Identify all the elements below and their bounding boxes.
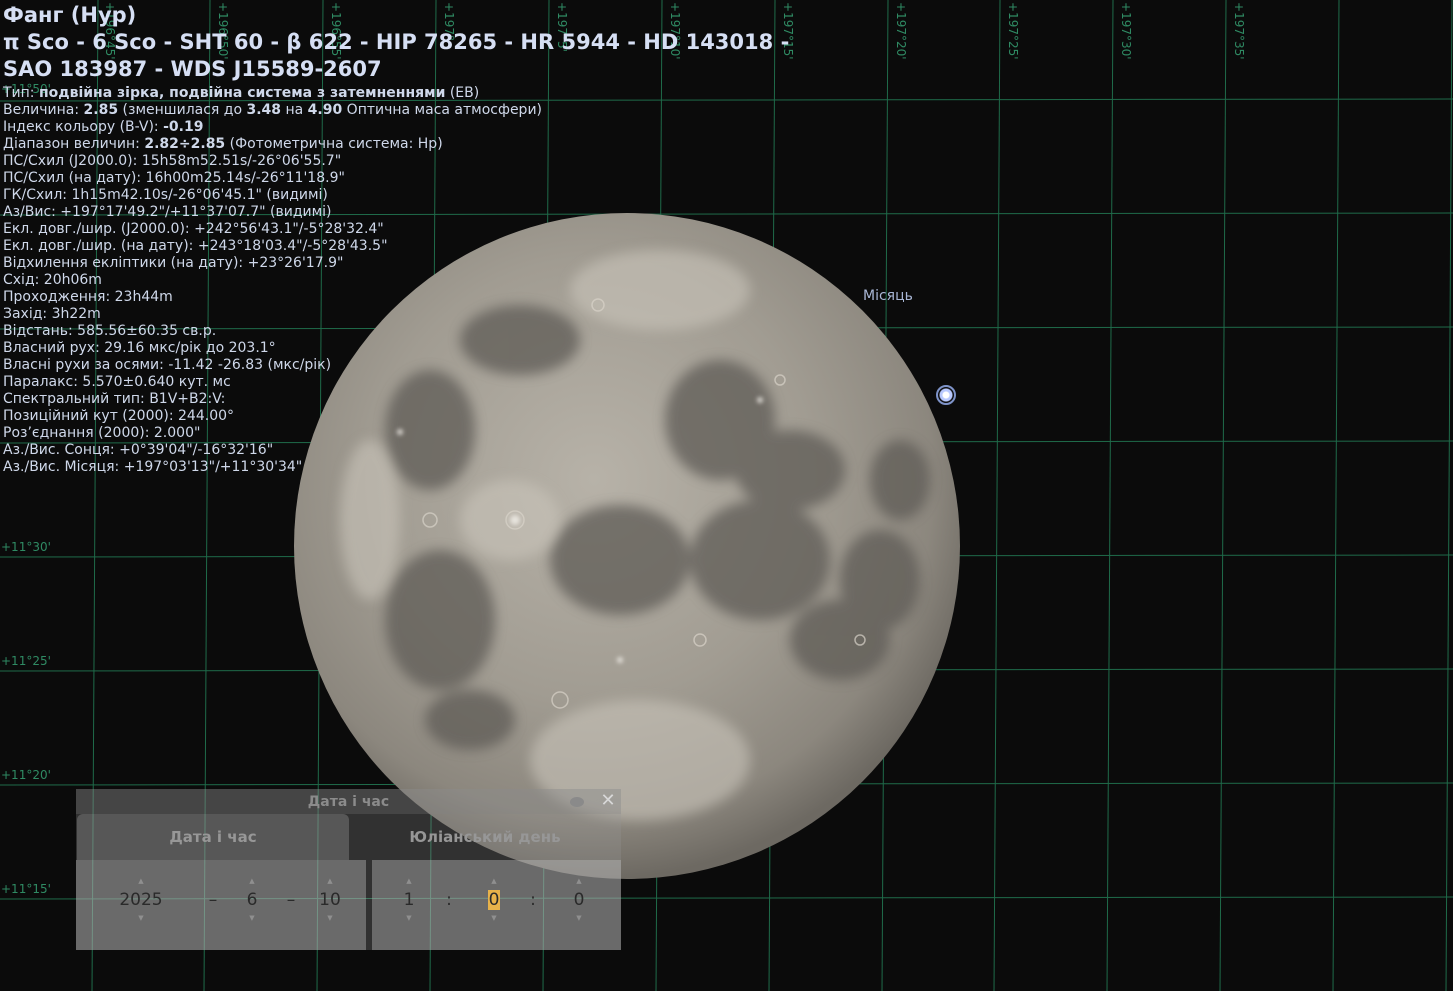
- info-line: Аз./Вис. Сонця: +0°39'04"/-16°32'16": [3, 442, 274, 458]
- minute-spinbox[interactable]: ▲ 0 ▼: [464, 877, 524, 923]
- info-line: Схід: 20h06m: [3, 272, 102, 288]
- info-line: Позиційний кут (2000): 244.00°: [3, 408, 235, 424]
- date-separator: –: [208, 890, 218, 910]
- year-spinbox[interactable]: ▲ 2025 ▼: [111, 877, 171, 923]
- month-up-icon[interactable]: ▲: [222, 877, 282, 886]
- hour-up-icon[interactable]: ▲: [379, 877, 439, 886]
- object-title-line-1: Фанг (Нур): [3, 3, 137, 27]
- month-spinbox[interactable]: ▲ 6 ▼: [222, 877, 282, 923]
- info-magnitude: Величина: 2.85 (зменшилася до 3.48 на 4.…: [3, 102, 543, 118]
- minute-down-icon[interactable]: ▼: [464, 914, 524, 923]
- grid-meridian: [1219, 0, 1227, 991]
- time-separator: :: [530, 890, 536, 910]
- grid-meridian: [993, 0, 1001, 991]
- star-marker-icon[interactable]: [936, 385, 956, 405]
- info-mag-range: Діапазон величин: 2.82÷2.85 (Фотометричн…: [3, 136, 443, 152]
- info-line: Роз’єднання (2000): 2.000": [3, 425, 201, 441]
- second-spinbox[interactable]: ▲ 0 ▼: [549, 877, 609, 923]
- object-title-line-2: π Sco - 6 Sco - SHT 60 - β 622 - HIP 782…: [3, 30, 790, 54]
- day-down-icon[interactable]: ▼: [300, 914, 360, 923]
- year-up-icon[interactable]: ▲: [111, 877, 171, 886]
- day-up-icon[interactable]: ▲: [300, 877, 360, 886]
- grid-meridian: [1332, 0, 1340, 991]
- grid-azimuth-label: +197°35': [1232, 2, 1246, 60]
- date-spin-panel: ▲ 2025 ▼ – ▲ 6 ▼ – ▲ 10 ▼: [76, 860, 366, 950]
- dialog-titlebar[interactable]: Дата і час ✕: [76, 789, 621, 814]
- grid-meridian: [1445, 0, 1453, 991]
- second-down-icon[interactable]: ▼: [549, 914, 609, 923]
- day-spinbox[interactable]: ▲ 10 ▼: [300, 877, 360, 923]
- hour-down-icon[interactable]: ▼: [379, 914, 439, 923]
- grid-azimuth-label: +197°30': [1119, 2, 1133, 60]
- grid-azimuth-label: +197°20': [894, 2, 908, 60]
- info-color-index: Індекс кольору (B-V): -0.19: [3, 119, 204, 135]
- info-line: Відстань: 585.56±60.35 св.р.: [3, 323, 217, 339]
- close-icon[interactable]: ✕: [598, 791, 618, 811]
- month-down-icon[interactable]: ▼: [222, 914, 282, 923]
- info-line: Аз/Вис: +197°17'49.2"/+11°37'07.7" (види…: [3, 204, 332, 220]
- grid-azimuth-label: +197°25': [1006, 2, 1020, 60]
- time-separator: :: [446, 890, 452, 910]
- info-line: ПС/Схил (J2000.0): 15h58m52.51s/-26°06'5…: [3, 153, 342, 169]
- second-up-icon[interactable]: ▲: [549, 877, 609, 886]
- tab-date-time[interactable]: Дата і час: [77, 814, 349, 860]
- hour-spinbox[interactable]: ▲ 1 ▼: [379, 877, 439, 923]
- info-line: ПС/Схил (на дату): 16h00m25.14s/-26°11'1…: [3, 170, 345, 186]
- time-spin-panel: ▲ 1 ▼ : ▲ 0 ▼ : ▲ 0 ▼: [372, 860, 621, 950]
- info-type: Тип: подвійна зірка, подвійна система з …: [3, 85, 480, 101]
- grid-meridian: [1106, 0, 1114, 991]
- info-line: Власні рухи за осями: -11.42 -26.83 (мкс…: [3, 357, 332, 373]
- info-line: Відхилення екліптики (на дату): +23°26'1…: [3, 255, 344, 271]
- info-line: Аз./Вис. Місяця: +197°03'13"/+11°30'34": [3, 459, 303, 475]
- info-line: Екл. довг./шир. (J2000.0): +242°56'43.1"…: [3, 221, 384, 237]
- date-separator: –: [286, 890, 296, 910]
- info-line: ГК/Схил: 1h15m42.10s/-26°06'45.1" (видим…: [3, 187, 328, 203]
- info-line: Екл. довг./шир. (на дату): +243°18'03.4"…: [3, 238, 388, 254]
- dialog-title: Дата і час: [307, 794, 390, 810]
- minute-up-icon[interactable]: ▲: [464, 877, 524, 886]
- grid-altitude-label: +11°15': [1, 882, 51, 896]
- moon-label[interactable]: Місяць: [863, 288, 913, 304]
- grid-altitude-label: +11°30': [1, 540, 51, 554]
- info-line: Проходження: 23h44m: [3, 289, 173, 305]
- grid-altitude-label: +11°25': [1, 654, 51, 668]
- info-line: Власний рух: 29.16 мкс/рік до 203.1°: [3, 340, 276, 356]
- year-down-icon[interactable]: ▼: [111, 914, 171, 923]
- pin-icon[interactable]: [570, 797, 584, 807]
- info-line: Захід: 3h22m: [3, 306, 101, 322]
- object-title-line-3: SAO 183987 - WDS J15589-2607: [3, 57, 382, 81]
- info-line: Паралакс: 5.570±0.640 кут. мс: [3, 374, 231, 390]
- info-line: Спектральний тип: B1V+B2:V:: [3, 391, 226, 407]
- object-info-panel: Фанг (Нур) π Sco - 6 Sco - SHT 60 - β 62…: [3, 2, 789, 476]
- grid-altitude-label: +11°20': [1, 768, 51, 782]
- date-time-dialog[interactable]: Дата і час ✕ Дата і час Юліанський день …: [76, 789, 621, 950]
- tab-julian-day[interactable]: Юліанський день: [349, 814, 621, 860]
